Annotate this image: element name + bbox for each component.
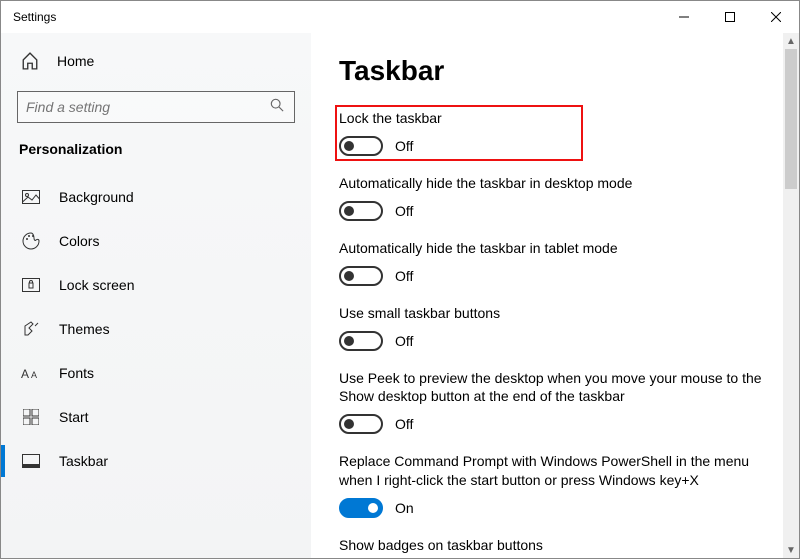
toggle-lock-taskbar[interactable] <box>339 136 383 156</box>
scroll-up-icon[interactable]: ▲ <box>783 33 799 49</box>
toggle-state: Off <box>395 333 413 349</box>
sidebar-home[interactable]: Home <box>17 41 311 81</box>
setting-peek: Use Peek to preview the desktop when you… <box>339 369 775 435</box>
sidebar-item-lock-screen[interactable]: Lock screen <box>17 263 311 307</box>
setting-powershell: Replace Command Prompt with Windows Powe… <box>339 452 775 518</box>
toggle-peek[interactable] <box>339 414 383 434</box>
sidebar-item-fonts[interactable]: AA Fonts <box>17 351 311 395</box>
setting-label: Use small taskbar buttons <box>339 304 775 323</box>
sidebar-item-taskbar[interactable]: Taskbar <box>17 439 311 483</box>
sidebar-item-label: Taskbar <box>59 453 108 469</box>
lock-screen-icon <box>21 278 41 292</box>
window-controls <box>661 1 799 33</box>
setting-label: Show badges on taskbar buttons <box>339 536 775 555</box>
start-icon <box>21 409 41 425</box>
sidebar-item-label: Themes <box>59 321 110 337</box>
setting-autohide-desktop: Automatically hide the taskbar in deskto… <box>339 174 775 221</box>
toggle-state: Off <box>395 268 413 284</box>
svg-text:A: A <box>21 367 29 380</box>
main-panel: Taskbar Lock the taskbar Off Automatical… <box>311 33 799 558</box>
sidebar-item-label: Start <box>59 409 89 425</box>
setting-label: Lock the taskbar <box>339 109 775 128</box>
toggle-state: On <box>395 500 414 516</box>
taskbar-icon <box>21 454 41 468</box>
minimize-button[interactable] <box>661 1 707 33</box>
sidebar-item-start[interactable]: Start <box>17 395 311 439</box>
toggle-autohide-tablet[interactable] <box>339 266 383 286</box>
toggle-powershell[interactable] <box>339 498 383 518</box>
search-input[interactable] <box>17 91 295 123</box>
setting-label: Automatically hide the taskbar in tablet… <box>339 239 775 258</box>
scroll-down-icon[interactable]: ▼ <box>783 542 799 558</box>
window-title: Settings <box>13 10 661 24</box>
svg-text:A: A <box>31 370 37 380</box>
sidebar-item-label: Background <box>59 189 134 205</box>
sidebar-section-title: Personalization <box>17 141 311 157</box>
vertical-scrollbar[interactable]: ▲ ▼ <box>783 33 799 558</box>
sidebar: Home Personalization Background Colors L… <box>1 33 311 558</box>
sidebar-item-background[interactable]: Background <box>17 175 311 219</box>
sidebar-home-label: Home <box>57 53 94 69</box>
toggle-state: Off <box>395 138 413 154</box>
setting-small-buttons: Use small taskbar buttons Off <box>339 304 775 351</box>
themes-icon <box>21 320 41 338</box>
toggle-state: Off <box>395 203 413 219</box>
setting-lock-taskbar: Lock the taskbar Off <box>339 109 775 156</box>
toggle-small-buttons[interactable] <box>339 331 383 351</box>
setting-label: Replace Command Prompt with Windows Powe… <box>339 452 775 490</box>
close-button[interactable] <box>753 1 799 33</box>
page-title: Taskbar <box>339 55 775 87</box>
fonts-icon: AA <box>21 366 41 380</box>
palette-icon <box>21 232 41 250</box>
sidebar-item-label: Lock screen <box>59 277 134 293</box>
search-icon <box>270 98 286 117</box>
maximize-button[interactable] <box>707 1 753 33</box>
setting-label: Automatically hide the taskbar in deskto… <box>339 174 775 193</box>
setting-label: Use Peek to preview the desktop when you… <box>339 369 775 407</box>
search-field[interactable] <box>26 99 270 115</box>
toggle-autohide-desktop[interactable] <box>339 201 383 221</box>
picture-icon <box>21 190 41 204</box>
setting-badges: Show badges on taskbar buttons <box>339 536 775 555</box>
home-icon <box>21 52 41 70</box>
titlebar: Settings <box>1 1 799 33</box>
sidebar-item-themes[interactable]: Themes <box>17 307 311 351</box>
toggle-state: Off <box>395 416 413 432</box>
setting-autohide-tablet: Automatically hide the taskbar in tablet… <box>339 239 775 286</box>
sidebar-item-colors[interactable]: Colors <box>17 219 311 263</box>
sidebar-item-label: Fonts <box>59 365 94 381</box>
scroll-thumb[interactable] <box>785 49 797 189</box>
sidebar-item-label: Colors <box>59 233 99 249</box>
